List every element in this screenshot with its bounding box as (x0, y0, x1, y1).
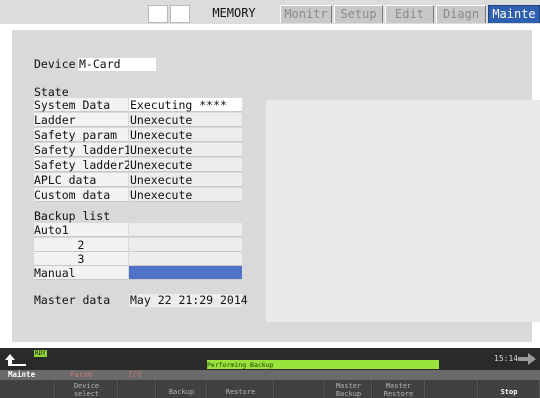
info-panel (266, 100, 540, 322)
nav-mainte[interactable]: Mainte (8, 370, 35, 380)
main-content: Device M-Card State System Data Executin… (12, 30, 540, 342)
backup-row-value[interactable] (129, 223, 242, 237)
memory-indicator: MEMORY (193, 5, 275, 23)
tab-edit[interactable]: Edit (385, 5, 434, 23)
backup-row-label: Auto1 (34, 223, 128, 237)
next-arrow-icon[interactable] (517, 353, 537, 365)
stop-key[interactable]: Stop (479, 380, 540, 398)
nav-param[interactable]: Param (70, 370, 93, 380)
state-row-label: Safety param (34, 128, 128, 142)
backup-row-value[interactable] (129, 252, 242, 266)
master-data-value: May 22 21:29 2014 (129, 293, 248, 307)
screen: MEMORY Monitr Setup Edit Diagn Mainte De… (0, 0, 540, 398)
state-row-label: Custom data (34, 188, 128, 202)
rdy-indicator: RDY (34, 350, 47, 357)
restore-key[interactable]: Restore (208, 380, 274, 398)
state-row-value: Unexecute (129, 173, 242, 187)
state-heading: State (34, 85, 69, 99)
state-row-label: Ladder (34, 113, 128, 127)
fkey-blank-2[interactable] (119, 380, 156, 398)
master-restore-key[interactable]: Master Restore (373, 380, 425, 398)
state-row-label: APLC data (34, 173, 128, 187)
backup-row-label: Manual (34, 266, 128, 280)
device-field[interactable]: M-Card (78, 58, 156, 71)
state-row-label: System Data (34, 98, 128, 112)
return-arrow-icon[interactable] (4, 351, 30, 368)
fkey-blank-4[interactable] (426, 380, 478, 398)
state-row-value: Unexecute (129, 128, 242, 142)
backup-key[interactable]: Backup (157, 380, 207, 398)
fkey-blank-1[interactable] (0, 380, 55, 398)
state-row-label: Safety ladder2 (34, 158, 131, 172)
device-label: Device (34, 57, 76, 71)
master-data-label: Master data (34, 293, 111, 307)
nav-io[interactable]: I/O (128, 370, 142, 380)
tab-diagn[interactable]: Diagn (436, 5, 486, 23)
backup-row-value[interactable] (129, 238, 242, 252)
fkey-blank-3[interactable] (275, 380, 325, 398)
tab-mainte[interactable]: Mainte (488, 5, 540, 23)
status-bar: RDY Performing Backup 15:14 (0, 348, 540, 370)
state-row-label: Safety ladder1 (34, 143, 131, 157)
top-tab-bar: MEMORY Monitr Setup Edit Diagn Mainte (0, 0, 540, 24)
master-backup-key[interactable]: Master Backup (326, 380, 372, 398)
backup-row-label: 3 (34, 252, 128, 266)
blank-tab-2 (170, 5, 190, 23)
menu-nav-row: Mainte Param I/O (0, 370, 540, 380)
clock: 15:14 (494, 354, 519, 363)
backup-row-value-selected[interactable] (129, 266, 242, 280)
state-row-value: Executing **** (129, 98, 242, 112)
device-select-key[interactable]: Device select (56, 380, 118, 398)
state-row-value: Unexecute (129, 188, 242, 202)
tab-monitor[interactable]: Monitr (280, 5, 332, 23)
state-row-value: Unexecute (129, 143, 242, 157)
backup-list-heading: Backup list (34, 209, 111, 223)
state-row-value: Unexecute (129, 113, 242, 127)
progress-text: Performing Backup (207, 361, 274, 369)
backup-row-label: 2 (34, 238, 128, 252)
function-key-row: Device select Backup Restore Master Back… (0, 380, 540, 398)
blank-tab-1 (148, 5, 168, 23)
state-row-value: Unexecute (129, 158, 242, 172)
tab-setup[interactable]: Setup (334, 5, 383, 23)
